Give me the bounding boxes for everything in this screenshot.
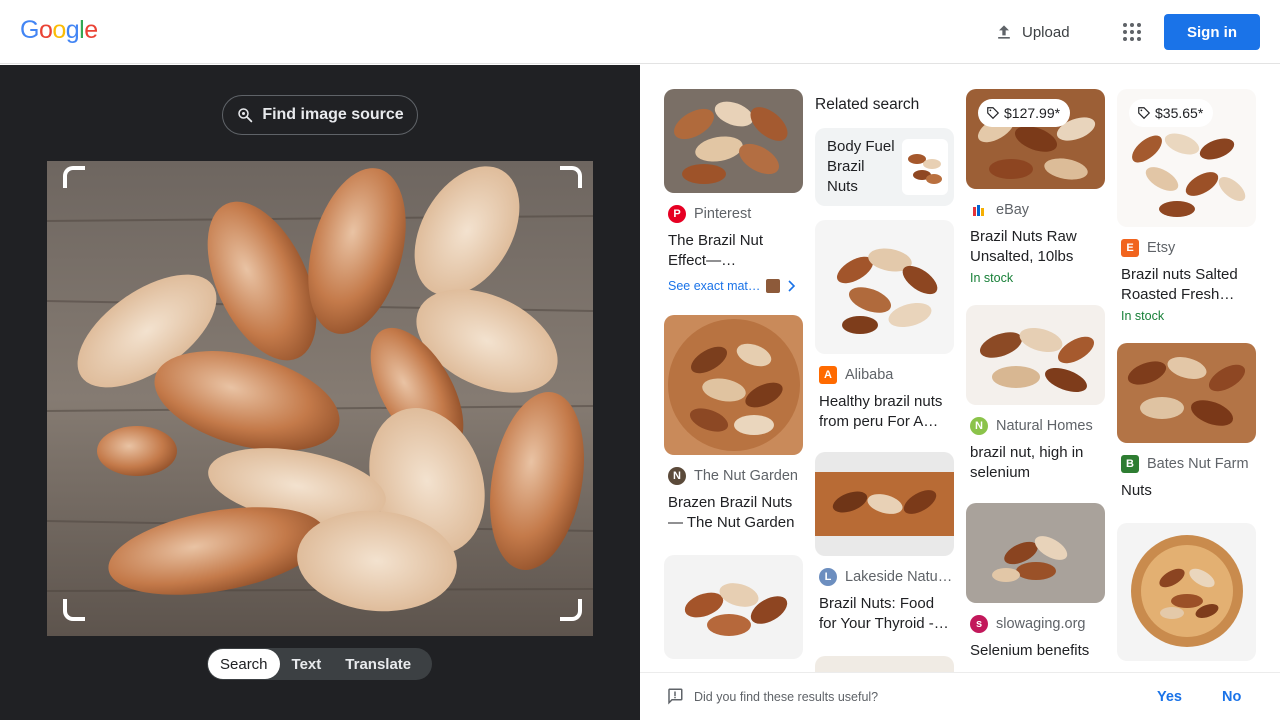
result-card[interactable] [1117, 523, 1256, 661]
result-card[interactable]: N The Nut Garden Brazen Brazil Nuts — Th… [664, 315, 803, 533]
crop-handle-top-right[interactable] [560, 166, 582, 188]
find-image-source-label: Find image source [262, 106, 404, 123]
price-badge: $127.99* [978, 99, 1071, 127]
result-source: E Etsy [1121, 239, 1256, 257]
feedback-yes-button[interactable]: Yes [1157, 689, 1182, 705]
chevron-right-icon [788, 280, 796, 292]
result-thumbnail[interactable] [1117, 523, 1256, 661]
upload-icon [998, 25, 1010, 39]
result-source: B Bates Nut Farm [1121, 455, 1256, 473]
crop-handle-bottom-left[interactable] [63, 599, 85, 621]
apps-button[interactable] [1114, 14, 1150, 50]
result-thumbnail[interactable] [664, 555, 803, 659]
feedback-bar: Did you find these results useful? Yes N… [640, 672, 1280, 720]
price-tag-icon [987, 107, 1000, 120]
price-badge: $35.65* [1129, 99, 1214, 127]
feedback-question: Did you find these results useful? [694, 689, 879, 704]
result-card[interactable]: B Bates Nut Farm Nuts [1117, 343, 1256, 501]
tab-translate[interactable]: Translate [333, 649, 423, 679]
result-card[interactable]: s slowaging.org Selenium benefits [966, 503, 1105, 661]
results-pane: P Pinterest The Brazil Nut Effect— “gran… [640, 65, 1280, 720]
result-card[interactable]: $35.65* E Etsy Brazil nuts Salted Roaste… [1117, 89, 1256, 323]
search-mode-tabs: Search Text Translate [207, 648, 432, 680]
header: Google Upload Sign in [0, 0, 1280, 64]
query-image[interactable] [47, 161, 593, 636]
see-exact-matches-link[interactable]: See exact mat… [668, 279, 803, 293]
crop-handle-top-left[interactable] [63, 166, 85, 188]
exact-match-thumbnail [766, 279, 781, 293]
google-logo[interactable]: Google [20, 16, 98, 45]
crop-handle-bottom-right[interactable] [560, 599, 582, 621]
result-source: eBay [970, 201, 1105, 219]
result-thumbnail[interactable] [966, 503, 1105, 603]
upload-button[interactable]: Upload [984, 14, 1080, 50]
query-image-pane: Find image source Search Text Translate [0, 65, 640, 720]
result-thumbnail[interactable] [664, 89, 803, 193]
result-card[interactable] [664, 555, 803, 659]
result-card[interactable]: $127.99* eBay Brazil Nuts Raw Unsalted, … [966, 89, 1105, 285]
result-thumbnail[interactable] [815, 220, 954, 354]
result-source: L Lakeside Natu… [819, 568, 954, 586]
result-card[interactable]: P Pinterest The Brazil Nut Effect— “gran… [664, 89, 803, 293]
result-title[interactable]: Nuts [1121, 481, 1253, 501]
result-title[interactable]: Selenium benefits [970, 641, 1102, 661]
result-title[interactable]: Brazen Brazil Nuts — The Nut Garden [668, 493, 800, 533]
sign-in-button[interactable]: Sign in [1164, 14, 1260, 50]
results-column-4: $35.65* E Etsy Brazil nuts Salted Roaste… [1117, 89, 1256, 661]
ebay-favicon-icon [970, 201, 988, 219]
results-column-2: Related search Body Fuel Brazil Nuts A A… [815, 89, 954, 686]
related-search-thumbnail [902, 139, 948, 195]
result-thumbnail[interactable] [1117, 343, 1256, 443]
the-nut-garden-favicon-icon: N [668, 467, 686, 485]
related-search-chip[interactable]: Body Fuel Brazil Nuts [815, 128, 954, 206]
result-card[interactable]: L Lakeside Natu… Brazil Nuts: Food for Y… [815, 452, 954, 634]
lakeside-favicon-icon: L [819, 568, 837, 586]
result-title[interactable]: The Brazil Nut Effect— “granular… [668, 231, 800, 271]
price-tag-icon [1138, 107, 1151, 120]
apps-grid-icon [1123, 23, 1141, 41]
feedback-icon [668, 688, 683, 705]
bates-nut-farm-favicon-icon: B [1121, 455, 1139, 473]
result-source: N The Nut Garden [668, 467, 803, 485]
result-source: P Pinterest [668, 205, 803, 223]
result-card[interactable]: N Natural Homes brazil nut, high in sele… [966, 305, 1105, 483]
stock-status: In stock [1121, 309, 1165, 323]
result-source: s slowaging.org [970, 615, 1105, 633]
stock-status: In stock [970, 271, 1014, 285]
pinterest-favicon-icon: P [668, 205, 686, 223]
results-column-1: P Pinterest The Brazil Nut Effect— “gran… [664, 89, 803, 659]
feedback-no-button[interactable]: No [1222, 689, 1241, 705]
result-title[interactable]: Brazil Nuts: Food for Your Thyroid -… [819, 594, 951, 634]
result-title[interactable]: brazil nut, high in selenium [970, 443, 1102, 483]
result-title[interactable]: Brazil nuts Salted Roasted Fresh Nu… [1121, 265, 1253, 305]
result-thumbnail[interactable] [815, 452, 954, 556]
result-thumbnail[interactable] [664, 315, 803, 455]
result-title[interactable]: Brazil Nuts Raw Unsalted, 10lbs [970, 227, 1102, 267]
tab-search[interactable]: Search [208, 649, 280, 679]
alibaba-favicon-icon: A [819, 366, 837, 384]
result-card[interactable]: A Alibaba Healthy brazil nuts from peru … [815, 220, 954, 432]
result-source: A Alibaba [819, 366, 954, 384]
result-title[interactable]: Healthy brazil nuts from peru For A… [819, 392, 951, 432]
related-search-heading: Related search [815, 96, 920, 113]
tab-text[interactable]: Text [280, 649, 334, 679]
lens-search-icon [238, 108, 253, 123]
find-image-source-button[interactable]: Find image source [222, 95, 418, 135]
slowaging-favicon-icon: s [970, 615, 988, 633]
results-column-3: $127.99* eBay Brazil Nuts Raw Unsalted, … [966, 89, 1105, 661]
natural-homes-favicon-icon: N [970, 417, 988, 435]
etsy-favicon-icon: E [1121, 239, 1139, 257]
result-thumbnail[interactable] [966, 305, 1105, 405]
result-source: N Natural Homes [970, 417, 1105, 435]
upload-label: Upload [1022, 23, 1070, 41]
